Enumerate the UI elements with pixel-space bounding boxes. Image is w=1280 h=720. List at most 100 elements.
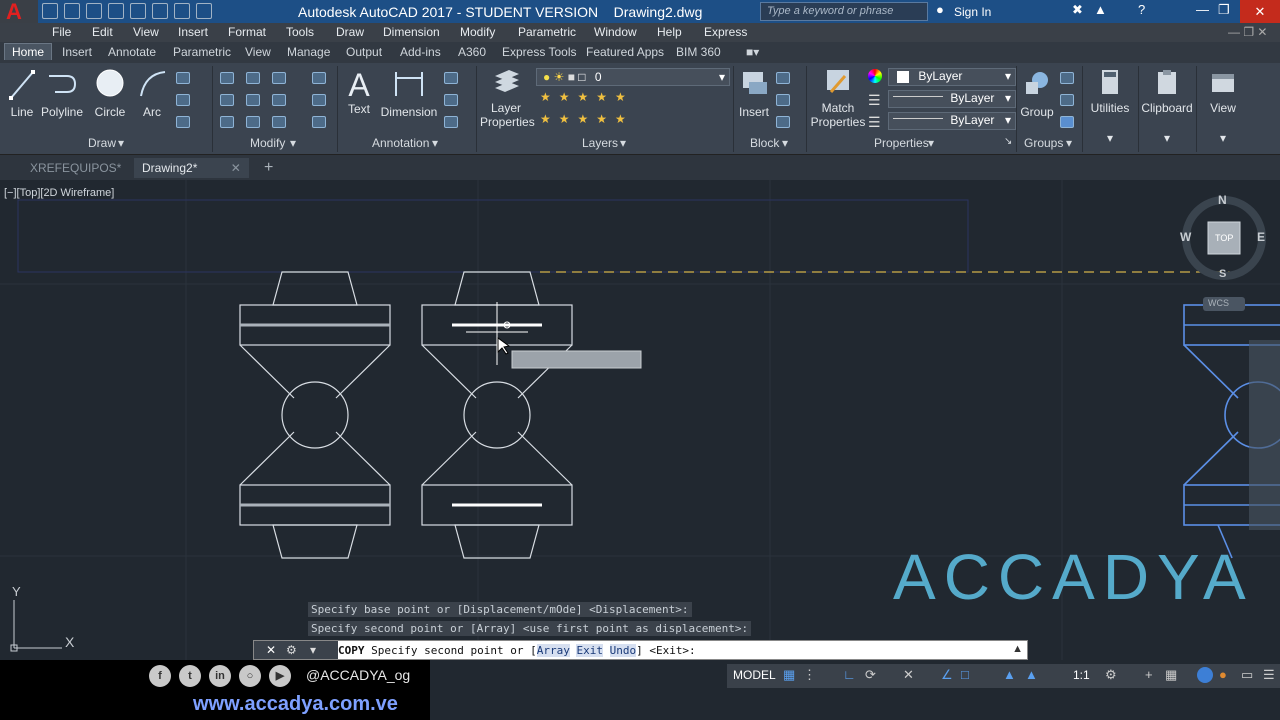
linetype-icon[interactable]: ☰ <box>868 92 881 109</box>
navigation-bar[interactable] <box>1249 340 1280 530</box>
move-icon[interactable] <box>220 72 234 84</box>
rectangle-icon[interactable] <box>176 72 190 84</box>
ribbon-toggle-icon[interactable]: ■▾ <box>746 45 759 59</box>
minimize-icon[interactable]: — <box>1196 2 1209 17</box>
share-icon[interactable] <box>196 3 212 19</box>
tab-add-ins[interactable]: Add-ins <box>400 45 441 59</box>
view-button[interactable]: View ▾ <box>1200 68 1246 145</box>
annotation-dropdown-icon[interactable]: ▾ <box>432 136 438 150</box>
clean-screen-icon[interactable]: ▭ <box>1241 667 1253 683</box>
layer-properties-button[interactable]: Layer Properties <box>480 68 535 129</box>
linetype-dropdown[interactable]: ByLayer ▾ <box>888 90 1016 108</box>
properties-panel-label[interactable]: Properties <box>874 136 929 150</box>
autocad-logo-icon[interactable]: A <box>0 0 38 24</box>
group-selection-icon[interactable] <box>1060 116 1074 128</box>
youtube-icon[interactable]: ▶ <box>269 665 291 687</box>
menu-tools[interactable]: Tools <box>286 25 314 39</box>
menu-file[interactable]: File <box>52 25 71 39</box>
plot-icon[interactable] <box>130 3 146 19</box>
layers-dropdown-icon[interactable]: ▾ <box>620 136 626 150</box>
layer-dropdown[interactable]: ● ☀ ■ □ 0 ▾ <box>536 68 730 86</box>
group-button[interactable]: Group <box>1018 68 1056 119</box>
workspace-gear-icon[interactable]: ⚙ <box>1105 667 1117 683</box>
annotation-panel-label[interactable]: Annotation <box>372 136 429 150</box>
menu-dimension[interactable]: Dimension <box>383 25 440 39</box>
close-icon[interactable]: ✕ <box>231 161 241 175</box>
viewcube-top-face[interactable]: TOP <box>1215 233 1233 243</box>
tab-annotate[interactable]: Annotate <box>108 45 156 59</box>
annotation-scale[interactable]: 1:1 <box>1073 668 1090 682</box>
erase-icon[interactable] <box>312 72 326 84</box>
menu-modify[interactable]: Modify <box>460 25 495 39</box>
hatch-icon[interactable] <box>176 94 190 106</box>
line-button[interactable]: Line <box>6 68 38 119</box>
polyline-button[interactable]: Polyline <box>40 68 84 119</box>
menu-format[interactable]: Format <box>228 25 266 39</box>
isodraft-icon[interactable]: ✕ <box>903 667 914 683</box>
groups-panel-label[interactable]: Groups <box>1024 136 1063 150</box>
stretch-icon[interactable] <box>220 116 234 128</box>
wcs-menu[interactable]: WCS <box>1208 298 1229 308</box>
help-icon[interactable]: ? <box>1138 2 1145 17</box>
exchange-icon[interactable]: ✖ <box>1072 2 1083 18</box>
tab-home[interactable]: Home <box>4 43 53 60</box>
viewcube-east[interactable]: E <box>1257 230 1265 244</box>
tab-parametric[interactable]: Parametric <box>173 45 231 59</box>
utilities-button[interactable]: Utilities ▾ <box>1086 68 1134 145</box>
tab-express-tools[interactable]: Express Tools <box>502 45 576 59</box>
file-tab-drawing2[interactable]: Drawing2* ✕ <box>134 158 249 178</box>
object-tracking-icon[interactable]: ∠ <box>941 667 953 683</box>
osnap-icon[interactable]: □ <box>961 667 969 682</box>
match-properties-button[interactable]: Match Properties <box>810 68 866 129</box>
lineweight-dropdown[interactable]: ByLayer ▾ <box>888 112 1016 130</box>
grid-icon[interactable]: ▦ <box>783 667 795 683</box>
viewcube-west[interactable]: W <box>1180 230 1191 244</box>
explode-icon[interactable] <box>312 94 326 106</box>
instagram-icon[interactable]: ○ <box>239 665 261 687</box>
viewcube-south[interactable]: S <box>1219 268 1226 280</box>
snap-icon[interactable]: ⋮ <box>803 667 816 683</box>
mirror-icon[interactable] <box>246 94 260 106</box>
menu-window-controls-icon[interactable]: — ❐ ✕ <box>1228 25 1267 39</box>
open-icon[interactable] <box>64 3 80 19</box>
offset-icon[interactable] <box>312 116 326 128</box>
insert-block-button[interactable]: Insert <box>736 68 772 119</box>
undo-icon[interactable] <box>152 3 168 19</box>
circle-button[interactable]: Circle <box>90 68 130 119</box>
website-link[interactable]: www.accadya.com.ve <box>193 693 398 716</box>
fillet-icon[interactable] <box>272 94 286 106</box>
model-space-button[interactable]: MODEL <box>733 668 776 682</box>
block-dropdown-icon[interactable]: ▾ <box>782 136 788 150</box>
viewport-controls[interactable]: [−][Top][2D Wireframe] <box>4 187 114 199</box>
layer-tools-row-2[interactable]: ★★★★★ <box>540 112 650 126</box>
clipboard-button[interactable]: Clipboard ▾ <box>1140 68 1194 145</box>
menu-edit[interactable]: Edit <box>92 25 113 39</box>
layers-panel-label[interactable]: Layers <box>582 136 618 150</box>
modify-panel-label[interactable]: Modify <box>250 136 285 150</box>
tab-output[interactable]: Output <box>346 45 382 59</box>
color-dropdown[interactable]: ByLayer ▾ <box>888 68 1016 86</box>
tab-featured-apps[interactable]: Featured Apps <box>586 45 664 59</box>
dimension-button[interactable]: Dimension <box>380 68 438 119</box>
viewcube[interactable] <box>1182 196 1266 311</box>
facebook-icon[interactable]: f <box>149 665 171 687</box>
rotate-icon[interactable] <box>246 72 260 84</box>
properties-dialog-launcher-icon[interactable]: ↘ <box>1004 136 1012 147</box>
menu-insert[interactable]: Insert <box>178 25 208 39</box>
sign-in-button[interactable]: Sign In <box>954 5 991 19</box>
option-undo[interactable]: Undo <box>609 644 637 657</box>
command-line[interactable]: ✕ ⚙ ▾ COPY Specify second point or [Arra… <box>253 640 1028 660</box>
color-wheel-icon[interactable] <box>868 69 882 83</box>
units-icon[interactable]: ▦ <box>1165 667 1177 683</box>
create-block-icon[interactable] <box>776 72 790 84</box>
hardware-acceleration-icon[interactable]: ● <box>1219 667 1227 682</box>
save-as-icon[interactable] <box>108 3 124 19</box>
redo-icon[interactable] <box>174 3 190 19</box>
equipment-block-1[interactable] <box>239 271 391 559</box>
tab-manage[interactable]: Manage <box>287 45 330 59</box>
autoscale-icon[interactable]: ▲ <box>1025 667 1038 682</box>
close-icon[interactable]: ✕ <box>266 643 276 657</box>
region-icon[interactable] <box>176 116 190 128</box>
leader-icon[interactable] <box>444 94 458 106</box>
ortho-icon[interactable]: ∟ <box>843 667 856 682</box>
